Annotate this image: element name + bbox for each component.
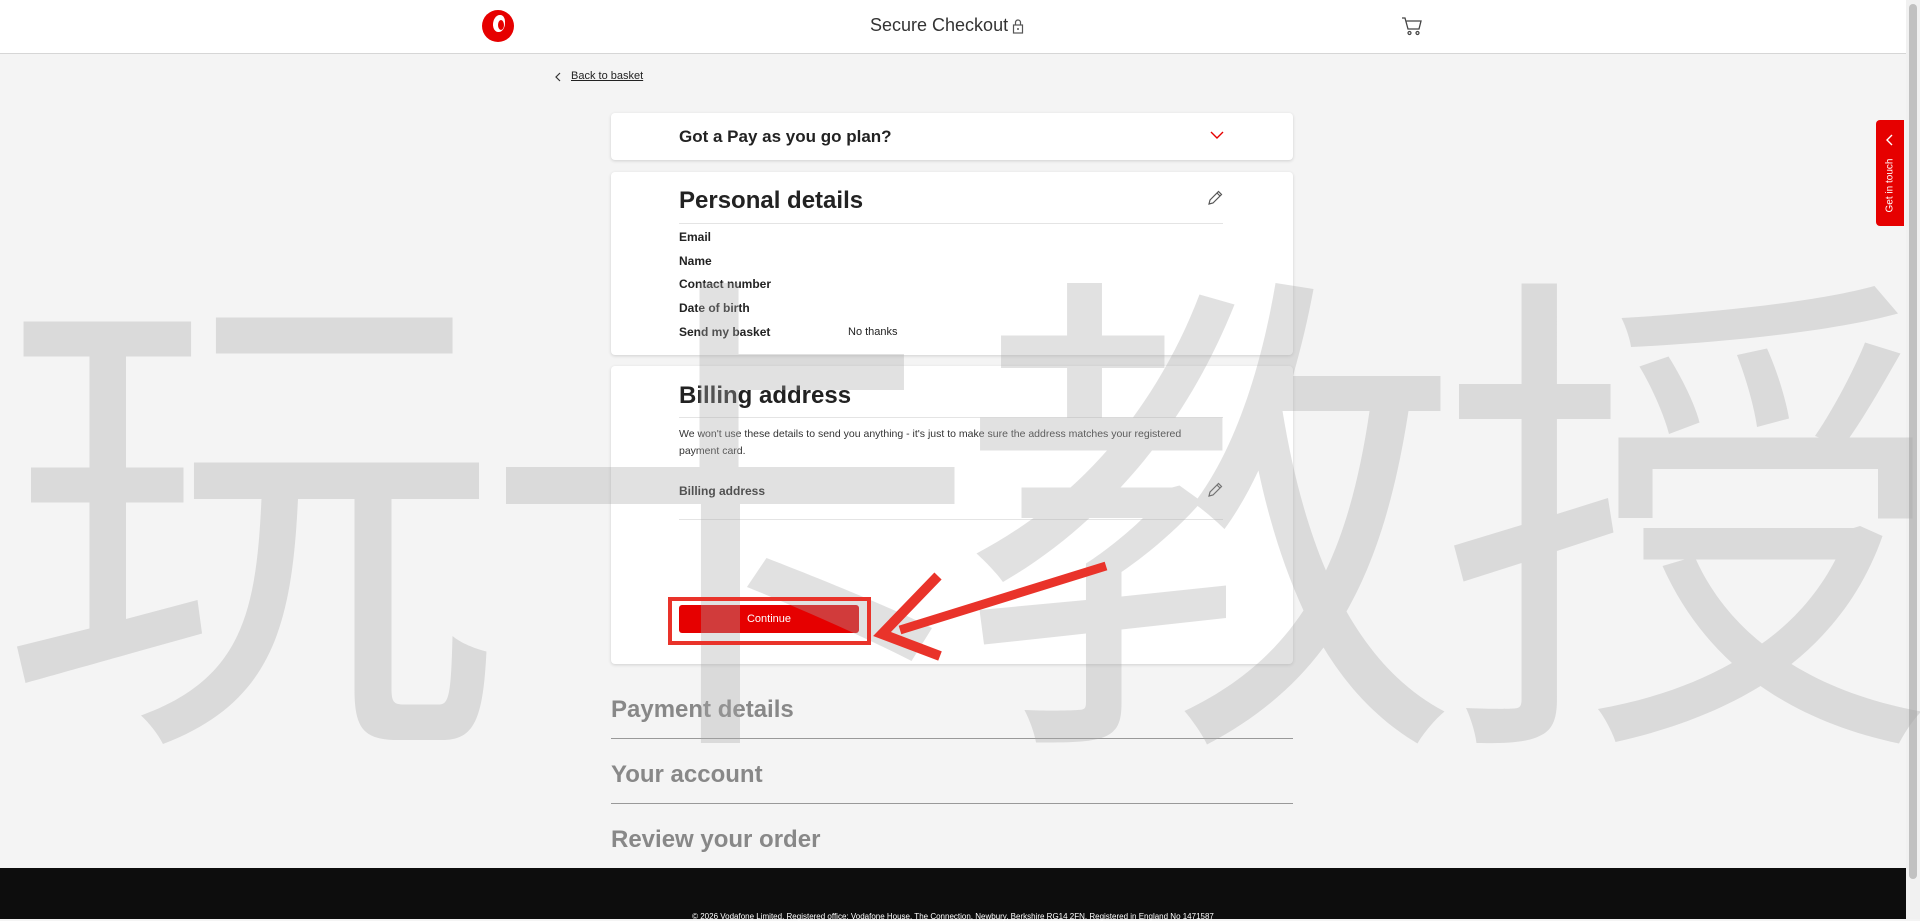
chevron-left-icon	[1886, 134, 1893, 146]
get-in-touch-tab[interactable]: Get in touch	[1876, 120, 1904, 226]
contact-number-label: Contact number	[679, 277, 772, 291]
scrollbar[interactable]	[1906, 0, 1920, 919]
send-basket-value: No thanks	[848, 326, 898, 338]
get-in-touch-label: Get in touch	[1884, 158, 1896, 213]
edit-pencil-icon[interactable]	[1206, 481, 1224, 499]
name-label: Name	[679, 254, 712, 268]
billing-address-title: Billing address	[679, 382, 852, 409]
billing-note: We won't use these details to send you a…	[679, 428, 1182, 457]
cart-icon[interactable]	[1401, 16, 1423, 36]
chevron-left-icon	[555, 72, 561, 82]
step-label: Your account	[611, 761, 763, 788]
personal-details-title: Personal details	[679, 187, 864, 214]
email-label: Email	[679, 230, 712, 244]
divider	[679, 417, 1223, 418]
step-review-order: Review your order	[611, 804, 1293, 868]
footer: © 2026 Vodafone Limited. Registered offi…	[0, 868, 1906, 921]
annotation-arrow-icon	[873, 561, 1108, 661]
footer-legal-text: © 2026 Vodafone Limited. Registered offi…	[692, 912, 1214, 921]
step-your-account: Your account	[611, 739, 1293, 804]
step-label: Review your order	[611, 826, 821, 853]
top-bar: Secure Checkout	[0, 0, 1906, 54]
chevron-down-icon[interactable]	[1210, 130, 1224, 140]
vodafone-logo-icon[interactable]	[482, 10, 514, 42]
annotation-highlight-box	[668, 597, 871, 645]
divider	[679, 519, 1223, 520]
payg-title: Got a Pay as you go plan?	[679, 127, 892, 146]
send-basket-label: Send my basket	[679, 325, 771, 339]
personal-details-card: Personal details Email Name Contact numb…	[611, 172, 1293, 355]
step-payment-details: Payment details	[611, 674, 1293, 739]
lock-icon	[1012, 19, 1024, 34]
divider	[679, 223, 1223, 224]
date-of-birth-label: Date of birth	[679, 301, 750, 315]
edit-pencil-icon[interactable]	[1206, 189, 1224, 207]
page-title: Secure Checkout	[870, 15, 1009, 35]
scrollbar-thumb[interactable]	[1909, 4, 1917, 879]
billing-address-label: Billing address	[679, 484, 766, 498]
payg-accordion[interactable]: Got a Pay as you go plan?	[611, 113, 1293, 160]
back-to-basket-link[interactable]: Back to basket	[571, 70, 643, 82]
step-label: Payment details	[611, 696, 794, 723]
